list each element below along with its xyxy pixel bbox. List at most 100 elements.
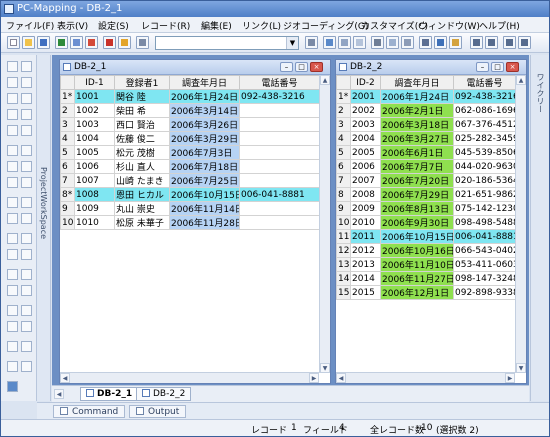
- table-row[interactable]: 7 2007 2006年7月20日 020-186-5364: [336, 173, 516, 188]
- table-row[interactable]: 3 1003 西口 賢治 2006年3月26日: [60, 117, 320, 132]
- menu-window[interactable]: ウィンドウ(W): [419, 19, 480, 32]
- id-cell[interactable]: 1006: [74, 159, 115, 174]
- db2-col-id[interactable]: ID-2: [350, 75, 381, 90]
- name-cell[interactable]: 佐藤 俊二: [114, 131, 170, 146]
- tab-db-2-2[interactable]: DB-2_2: [136, 387, 192, 401]
- point-icon[interactable]: [7, 125, 18, 136]
- id-cell[interactable]: 2014: [350, 271, 381, 286]
- row-header[interactable]: 2: [60, 103, 75, 118]
- preview-icon[interactable]: [386, 36, 399, 49]
- table-row[interactable]: 2 2002 2006年2月1日 062-086-1696: [336, 103, 516, 118]
- column-left-icon[interactable]: [470, 36, 483, 49]
- id-cell[interactable]: 1010: [74, 215, 115, 230]
- tab-output[interactable]: Output: [129, 405, 187, 418]
- sort-icon[interactable]: [401, 36, 414, 49]
- zoom-icon[interactable]: [7, 93, 18, 104]
- date-cell[interactable]: 2006年11月28日: [169, 215, 240, 230]
- move-icon[interactable]: [7, 233, 18, 244]
- close-icon[interactable]: ×: [506, 62, 519, 72]
- edit-icon[interactable]: [136, 36, 149, 49]
- measure-icon[interactable]: [7, 161, 18, 172]
- scroll-left-icon[interactable]: ◀: [60, 373, 70, 383]
- pencil-icon[interactable]: [449, 36, 462, 49]
- date-cell[interactable]: 2006年3月27日: [380, 131, 454, 146]
- db2-vertical-scrollbar[interactable]: ▲ ▼: [515, 75, 526, 373]
- vertex-icon[interactable]: [21, 285, 32, 296]
- buffer-icon[interactable]: [7, 269, 18, 280]
- menu-edit[interactable]: 編集(E): [201, 19, 232, 32]
- db2-horizontal-scrollbar[interactable]: ◀ ▶: [336, 372, 515, 383]
- maximize-icon[interactable]: □: [491, 62, 504, 72]
- name-cell[interactable]: 恩田 ヒカル: [114, 187, 170, 202]
- field-icon[interactable]: [118, 36, 131, 49]
- row-header[interactable]: 1*: [336, 89, 351, 104]
- table-row[interactable]: 8* 1008 恩田 ヒカル 2006年10月15日 006-041-8881: [60, 187, 320, 202]
- select-icon[interactable]: [7, 61, 18, 72]
- db1-horizontal-scrollbar[interactable]: ◀ ▶: [60, 372, 319, 383]
- phone-cell[interactable]: 025-282-3459: [453, 131, 516, 146]
- save-icon[interactable]: [37, 36, 50, 49]
- id-cell[interactable]: 2009: [350, 201, 381, 216]
- phone-cell[interactable]: 006-041-8881: [239, 187, 320, 202]
- phone-cell[interactable]: [239, 131, 320, 146]
- query-icon[interactable]: [7, 321, 18, 332]
- name-cell[interactable]: 西口 賢治: [114, 117, 170, 132]
- minimize-icon[interactable]: –: [476, 62, 489, 72]
- row-header[interactable]: 14: [336, 271, 351, 286]
- table-row[interactable]: 10 2010 2006年9月30日 098-498-5488: [336, 215, 516, 230]
- db1-col-name[interactable]: 登録者1: [114, 75, 170, 90]
- row-header[interactable]: 10: [336, 215, 351, 230]
- db1-col-date[interactable]: 調査年月日: [169, 75, 240, 90]
- eraser-icon[interactable]: [7, 177, 18, 188]
- id-cell[interactable]: 2002: [350, 103, 381, 118]
- phone-cell[interactable]: 098-147-3248: [453, 271, 516, 286]
- menu-help[interactable]: ヘルプ(H): [479, 19, 520, 32]
- db1-col-phone[interactable]: 電話番号: [239, 75, 320, 90]
- phone-cell[interactable]: [239, 159, 320, 174]
- phone-cell[interactable]: 092-438-3216: [453, 89, 516, 104]
- rectangle-icon[interactable]: [7, 197, 18, 208]
- name-cell[interactable]: 山崎 たまき: [114, 173, 170, 188]
- name-cell[interactable]: 松原 未華子: [114, 215, 170, 230]
- snap-icon[interactable]: [7, 249, 18, 260]
- table-row[interactable]: 4 1004 佐藤 俊二 2006年3月29日: [60, 131, 320, 146]
- id-cell[interactable]: 2012: [350, 243, 381, 258]
- row-header[interactable]: 6: [60, 159, 75, 174]
- row-header[interactable]: 5: [60, 145, 75, 160]
- date-cell[interactable]: 2006年12月1日: [380, 285, 454, 300]
- new-icon[interactable]: [7, 36, 20, 49]
- table-row[interactable]: 15 2015 2006年12月1日 092-898-9338: [336, 285, 516, 300]
- date-cell[interactable]: 2006年6月1日: [380, 145, 454, 160]
- id-cell[interactable]: 1009: [74, 201, 115, 216]
- database-icon[interactable]: [55, 36, 68, 49]
- table-row[interactable]: 3 2003 2006年3月18日 067-376-4512: [336, 117, 516, 132]
- db1-col-id[interactable]: ID-1: [74, 75, 115, 90]
- id-cell[interactable]: 2010: [350, 215, 381, 230]
- grid-icon[interactable]: [419, 36, 432, 49]
- table-row[interactable]: 12 2012 2006年10月16日 066-543-0402: [336, 243, 516, 258]
- circle-icon[interactable]: [21, 197, 32, 208]
- import-icon[interactable]: [21, 341, 32, 352]
- name-cell[interactable]: 杉山 直人: [114, 159, 170, 174]
- row-header[interactable]: 10: [60, 215, 75, 230]
- row-header[interactable]: 4: [60, 131, 75, 146]
- rotate-icon[interactable]: [21, 233, 32, 244]
- layer-edit-icon[interactable]: [21, 145, 32, 156]
- row-header[interactable]: 4: [336, 131, 351, 146]
- id-cell[interactable]: 1001: [74, 89, 115, 104]
- phone-cell[interactable]: [239, 215, 320, 230]
- db1-vertical-scrollbar[interactable]: ▲ ▼: [319, 75, 330, 373]
- curve-icon[interactable]: [21, 77, 32, 88]
- pointer-icon[interactable]: [21, 61, 32, 72]
- date-cell[interactable]: 2006年7月25日: [169, 173, 240, 188]
- draw-icon[interactable]: [7, 77, 18, 88]
- table-row[interactable]: 5 1005 松元 茂樹 2006年7月3日: [60, 145, 320, 160]
- id-cell[interactable]: 2004: [350, 131, 381, 146]
- row-header[interactable]: 9: [336, 201, 351, 216]
- menu-record[interactable]: レコード(R): [141, 19, 190, 32]
- table-row[interactable]: 1* 2001 2006年1月24日 092-438-3216: [336, 89, 516, 104]
- pan-icon[interactable]: [21, 93, 32, 104]
- table-row[interactable]: 10 1010 松原 未華子 2006年11月28日: [60, 215, 320, 230]
- text-icon[interactable]: [21, 125, 32, 136]
- tile-vertical-icon[interactable]: [503, 36, 516, 49]
